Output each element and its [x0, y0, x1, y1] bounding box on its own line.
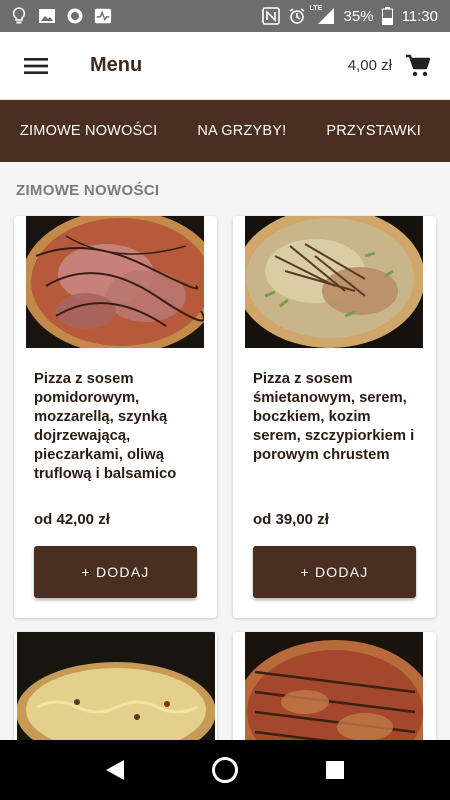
recents-icon[interactable]: [315, 750, 355, 790]
navigation-bar: [0, 740, 450, 800]
activity-icon: [94, 7, 112, 25]
add-button[interactable]: + DODAJ: [34, 546, 197, 598]
product-card[interactable]: Pizza z sosem śmietanowym, serem, boczki…: [233, 216, 436, 618]
section-title: ZIMOWE NOWOŚCI: [16, 182, 160, 199]
nfc-icon: [261, 7, 280, 25]
product-name: Pizza z sosem śmietanowym, serem, boczki…: [253, 371, 415, 463]
alarm-icon: [288, 7, 306, 25]
product-price: od 42,00 zł: [34, 511, 110, 528]
cart-total[interactable]: 4,00 zł: [348, 57, 392, 74]
back-icon[interactable]: [95, 750, 135, 790]
tab-zimowe-nowosci[interactable]: ZIMOWE NOWOŚCI: [20, 123, 157, 139]
product-card[interactable]: Pizza z sosem pomidorowym, mozzarellą, s…: [14, 216, 217, 618]
home-icon[interactable]: [205, 750, 245, 790]
status-bar: LTE 35% 11:30: [0, 0, 450, 32]
signal-icon: LTE: [310, 5, 336, 25]
status-left: [10, 7, 112, 25]
clock: 11:30: [401, 7, 438, 25]
battery-icon: [382, 7, 394, 25]
image-icon: [38, 7, 56, 25]
lte-label: LTE: [309, 5, 323, 12]
product-image: [17, 632, 215, 740]
lightbulb-icon: [10, 7, 28, 25]
status-right: LTE 35% 11:30: [261, 5, 438, 25]
category-tabs: ZIMOWE NOWOŚCI NA GRZYBY! PRZYSTAWKI Z: [0, 100, 450, 162]
circle-icon: [66, 7, 84, 25]
product-name: Pizza z sosem pomidorowym, mozzarellą, s…: [34, 371, 177, 482]
tab-przystawki[interactable]: PRZYSTAWKI: [326, 123, 421, 139]
product-card[interactable]: [233, 632, 436, 740]
menu-icon[interactable]: [18, 48, 54, 84]
app-bar: Menu 4,00 zł: [0, 32, 450, 100]
product-list: ZIMOWE NOWOŚCI Pizza z sosem pomidorowym…: [0, 162, 450, 740]
tab-na-grzyby[interactable]: NA GRZYBY!: [197, 123, 286, 139]
add-button[interactable]: + DODAJ: [253, 546, 416, 598]
product-image: [26, 216, 204, 348]
page-title: Menu: [90, 54, 143, 76]
battery-percent: 35%: [343, 7, 374, 25]
product-price: od 39,00 zł: [253, 511, 329, 528]
product-card[interactable]: [14, 632, 217, 740]
product-image: [245, 216, 423, 348]
cart-icon[interactable]: [404, 52, 432, 80]
product-image: [245, 632, 423, 740]
